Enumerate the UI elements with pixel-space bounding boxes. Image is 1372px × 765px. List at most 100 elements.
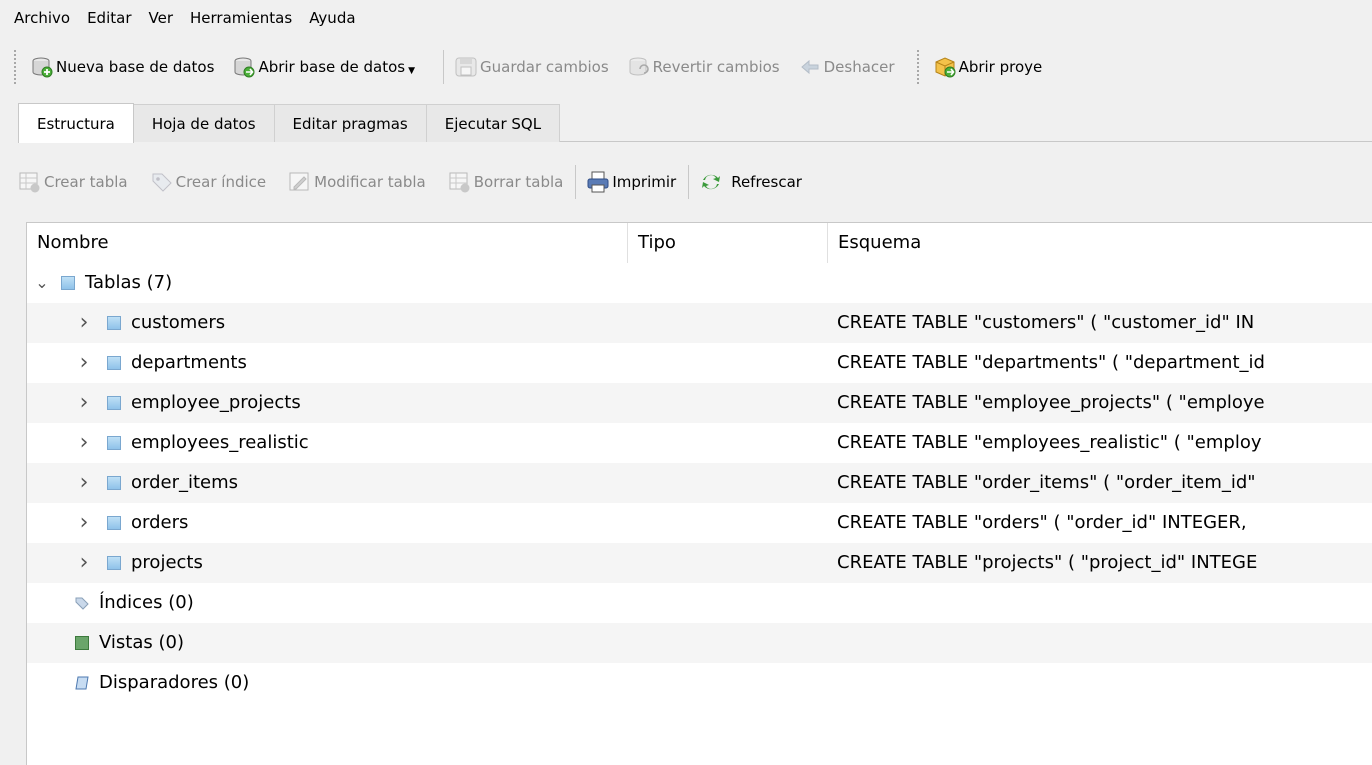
chevron-right-icon[interactable]: › bbox=[77, 543, 91, 583]
table-row[interactable]: › order_items CREATE TABLE "order_items" (… bbox=[27, 463, 1372, 503]
edit-table-icon bbox=[289, 172, 309, 191]
table-schema: CREATE TABLE "employees_realistic" ( "em… bbox=[837, 432, 1262, 453]
menu-archivo[interactable]: Archivo bbox=[14, 9, 70, 27]
modify-table-button[interactable]: Modificar tabla bbox=[288, 170, 426, 194]
delete-table-label: Borrar tabla bbox=[473, 173, 564, 191]
tree-row-tables[interactable]: ⌄ Tablas (7) bbox=[27, 263, 1372, 303]
toolbar-grip[interactable] bbox=[14, 50, 18, 84]
table-icon bbox=[107, 396, 121, 410]
tab-hoja-de-datos[interactable]: Hoja de datos bbox=[132, 104, 275, 142]
menu-herramientas[interactable]: Herramientas bbox=[190, 9, 292, 27]
chevron-down-icon[interactable]: ⌄ bbox=[35, 263, 49, 303]
table-name: orders bbox=[131, 512, 189, 533]
undo-button[interactable]: Deshacer bbox=[798, 55, 895, 79]
table-icon bbox=[107, 556, 121, 570]
table-schema: CREATE TABLE "employee_projects" ( "empl… bbox=[837, 392, 1265, 413]
menu-bar: Archivo Editar Ver Herramientas Ayuda bbox=[0, 0, 1372, 36]
menu-ayuda[interactable]: Ayuda bbox=[309, 9, 355, 27]
views-label: Vistas (0) bbox=[99, 632, 184, 653]
tab-estructura[interactable]: Estructura bbox=[18, 103, 134, 143]
refresh-label: Refrescar bbox=[731, 173, 802, 191]
table-row[interactable]: › employee_projects CREATE TABLE "employee… bbox=[27, 383, 1372, 423]
table-name: order_items bbox=[131, 472, 239, 493]
table-schema: CREATE TABLE "customers" ( "customer_id"… bbox=[837, 312, 1255, 333]
tree-row-triggers[interactable]: Disparadores (0) bbox=[27, 663, 1372, 703]
print-label: Imprimir bbox=[612, 173, 677, 191]
new-database-button[interactable]: Nueva base de datos bbox=[30, 55, 214, 79]
revert-changes-label: Revertir cambios bbox=[652, 58, 780, 76]
toolbar-grip[interactable] bbox=[916, 50, 921, 84]
toolbar-separator bbox=[688, 165, 690, 199]
table-schema: CREATE TABLE "departments" ( "department… bbox=[837, 352, 1265, 373]
table-schema: CREATE TABLE "orders" ( "order_id" INTEG… bbox=[837, 512, 1247, 533]
main-tabs: Estructura Hoja de datos Editar pragmas … bbox=[18, 103, 561, 143]
refresh-button[interactable]: Refrescar bbox=[699, 170, 802, 194]
open-database-label: Abrir base de datos bbox=[258, 58, 406, 76]
chevron-right-icon[interactable]: › bbox=[77, 423, 91, 463]
open-database-icon bbox=[234, 57, 255, 78]
chevron-right-icon[interactable]: › bbox=[77, 503, 91, 543]
new-database-icon bbox=[32, 57, 53, 78]
open-project-label: Abrir proye bbox=[958, 58, 1043, 76]
tables-label: Tablas (7) bbox=[85, 272, 173, 293]
table-icon bbox=[107, 356, 121, 370]
table-icon bbox=[107, 516, 121, 530]
menu-ver[interactable]: Ver bbox=[149, 9, 174, 27]
table-schema: CREATE TABLE "order_items" ( "order_item… bbox=[837, 472, 1256, 493]
column-header-tipo[interactable]: Tipo bbox=[627, 223, 676, 263]
revert-changes-button[interactable]: Revertir cambios bbox=[627, 55, 780, 79]
toolbar-separator bbox=[443, 50, 445, 84]
chevron-right-icon[interactable]: › bbox=[77, 463, 91, 503]
create-index-label: Crear índice bbox=[175, 173, 267, 191]
column-header-esquema[interactable]: Esquema bbox=[827, 223, 921, 263]
table-name: projects bbox=[131, 552, 203, 573]
indices-label: Índices (0) bbox=[99, 592, 194, 613]
table-row[interactable]: › departments CREATE TABLE "departments" (… bbox=[27, 343, 1372, 383]
open-project-icon bbox=[935, 57, 956, 78]
refresh-icon bbox=[702, 174, 721, 190]
table-row[interactable]: › projects CREATE TABLE "projects" ( "proj… bbox=[27, 543, 1372, 583]
tree-row-views[interactable]: Vistas (0) bbox=[27, 623, 1372, 663]
dropdown-arrow-icon[interactable]: ▼ bbox=[408, 66, 415, 76]
modify-table-label: Modificar tabla bbox=[314, 173, 426, 191]
chevron-right-icon[interactable]: › bbox=[77, 383, 91, 423]
table-icon bbox=[107, 436, 121, 450]
column-header-nombre[interactable]: Nombre bbox=[27, 223, 109, 263]
table-row[interactable]: › customers CREATE TABLE "customers" ( "cu… bbox=[27, 303, 1372, 343]
create-table-button[interactable]: Crear tabla bbox=[18, 170, 128, 194]
new-database-label: Nueva base de datos bbox=[56, 58, 215, 76]
print-button[interactable]: Imprimir bbox=[586, 170, 676, 194]
tab-ejecutar-sql[interactable]: Ejecutar SQL bbox=[425, 104, 561, 142]
table-icon bbox=[61, 276, 75, 290]
chevron-right-icon[interactable]: › bbox=[77, 303, 91, 343]
table-icon bbox=[107, 316, 121, 330]
table-row[interactable]: › employees_realistic CREATE TABLE "employ… bbox=[27, 423, 1372, 463]
create-index-button[interactable]: Crear índice bbox=[150, 170, 267, 194]
table-rows: › customers CREATE TABLE "customers" ( "cu… bbox=[27, 303, 1372, 583]
menu-editar[interactable]: Editar bbox=[87, 9, 131, 27]
save-changes-label: Guardar cambios bbox=[480, 58, 609, 76]
open-project-button[interactable]: Abrir proye bbox=[933, 55, 1043, 79]
structure-toolbar: Crear tabla Crear índice Modificar tabla… bbox=[18, 160, 824, 204]
table-name: customers bbox=[131, 312, 226, 333]
revert-icon bbox=[629, 57, 649, 76]
tab-editar-pragmas[interactable]: Editar pragmas bbox=[273, 104, 427, 142]
open-database-button[interactable]: Abrir base de datos ▼ bbox=[232, 55, 415, 79]
chevron-right-icon[interactable]: › bbox=[77, 343, 91, 383]
create-table-label: Crear tabla bbox=[44, 173, 128, 191]
toolbar-separator bbox=[575, 165, 577, 199]
database-structure-tree[interactable]: Nombre Tipo Esquema ⌄ Tablas (7) › custom… bbox=[26, 222, 1372, 765]
script-icon bbox=[75, 676, 89, 690]
tree-header: Nombre Tipo Esquema bbox=[27, 223, 1372, 263]
table-row[interactable]: › orders CREATE TABLE "orders" ( "order_id… bbox=[27, 503, 1372, 543]
table-name: employees_realistic bbox=[131, 432, 309, 453]
table-name: employee_projects bbox=[131, 392, 301, 413]
undo-label: Deshacer bbox=[823, 58, 895, 76]
tree-row-indices[interactable]: Índices (0) bbox=[27, 583, 1372, 623]
create-table-icon bbox=[19, 172, 40, 193]
save-changes-button[interactable]: Guardar cambios bbox=[454, 55, 609, 79]
tag-icon bbox=[152, 173, 172, 192]
table-name: departments bbox=[131, 352, 247, 373]
triggers-label: Disparadores (0) bbox=[99, 672, 250, 693]
delete-table-button[interactable]: Borrar tabla bbox=[448, 170, 564, 194]
